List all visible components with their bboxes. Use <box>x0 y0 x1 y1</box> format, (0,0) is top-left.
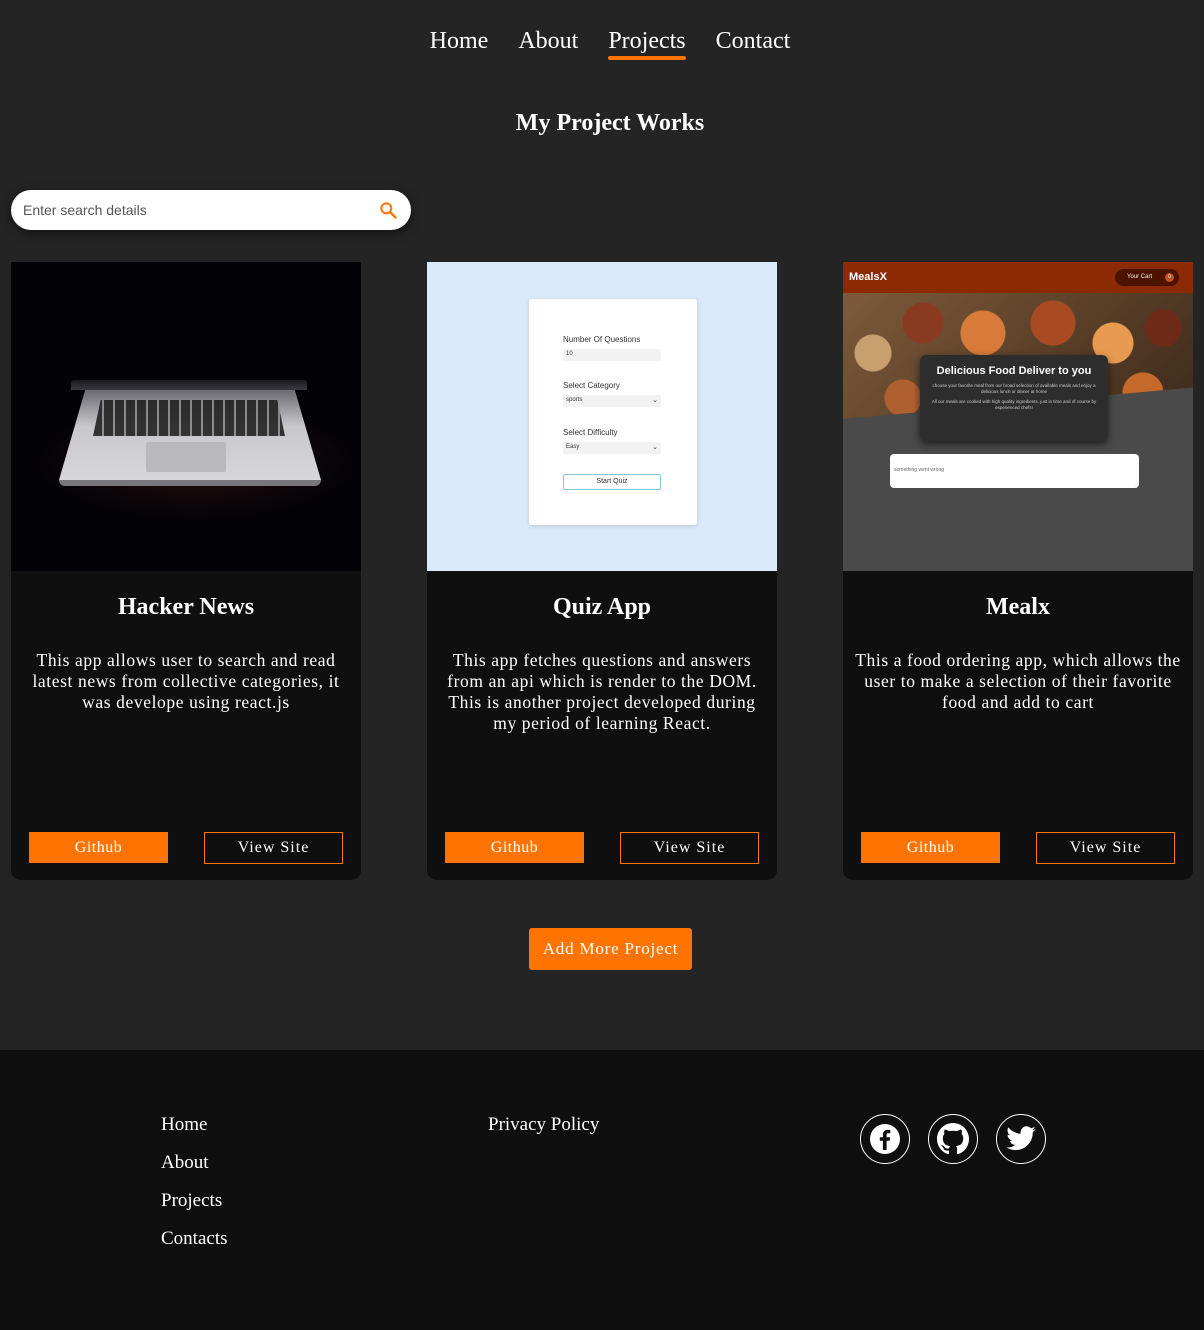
project-thumbnail: MealsX Your Cart 0 Delicious Food Deliver… <box>843 262 1193 571</box>
page-title: My Project Works <box>515 110 705 136</box>
search-icon[interactable] <box>377 199 399 221</box>
footer-link-about[interactable]: About <box>161 1151 228 1174</box>
view-site-button[interactable]: View Site <box>620 832 759 864</box>
project-thumbnail <box>11 262 361 571</box>
project-list: Hacker News This app allows user to sear… <box>11 262 1193 880</box>
nav-projects[interactable]: Projects <box>608 28 686 60</box>
github-button[interactable]: Github <box>861 832 1000 863</box>
preview-field: 10 <box>563 349 661 361</box>
footer-legal: Privacy Policy <box>488 1113 599 1136</box>
footer: Home About Projects Contacts Privacy Pol… <box>0 1050 1204 1330</box>
social-links <box>860 1114 1046 1164</box>
preview-error-box: something went wrong <box>890 454 1139 488</box>
preview-label: Number Of Questions <box>563 335 641 344</box>
preview-start-button: Start Quiz <box>563 474 661 490</box>
project-card-hacker-news: Hacker News This app allows user to sear… <box>11 262 361 880</box>
footer-link-projects[interactable]: Projects <box>161 1189 228 1212</box>
project-title: Quiz App <box>552 594 652 620</box>
add-more-project-button[interactable]: Add More Project <box>529 928 692 970</box>
preview-cart-button: Your Cart 0 <box>1115 269 1179 286</box>
preview-hero-text: choose your favorite meal from our broad… <box>932 383 1096 394</box>
footer-links: Home About Projects Contacts <box>161 1113 228 1265</box>
view-site-button[interactable]: View Site <box>204 832 343 864</box>
project-card-quiz-app: Number Of Questions 10 Select Category s… <box>427 262 777 880</box>
nav-about[interactable]: About <box>518 28 578 57</box>
preview-hero-title: Delicious Food Deliver to you <box>936 365 1092 377</box>
github-button[interactable]: Github <box>29 832 168 863</box>
footer-link-contacts[interactable]: Contacts <box>161 1227 228 1250</box>
project-description: This app fetches questions and answers f… <box>447 650 757 733</box>
footer-link-home[interactable]: Home <box>161 1113 228 1136</box>
preview-hero-text: All our meals are cooked with high quali… <box>931 399 1097 410</box>
view-site-button[interactable]: View Site <box>1036 832 1175 864</box>
preview-label: Select Category <box>563 381 620 390</box>
preview-hero-box: Delicious Food Deliver to you choose you… <box>920 355 1108 441</box>
github-icon[interactable] <box>928 1114 978 1164</box>
github-button[interactable]: Github <box>445 832 584 863</box>
twitter-icon[interactable] <box>996 1114 1046 1164</box>
nav-home[interactable]: Home <box>430 28 489 57</box>
quiz-preview-form: Number Of Questions 10 Select Category s… <box>529 299 697 525</box>
preview-header: MealsX Your Cart 0 <box>843 262 1193 293</box>
project-title: Mealx <box>986 594 1050 620</box>
project-description: This app allows user to search and read … <box>32 650 340 712</box>
main-nav: Home About Projects Contact <box>0 28 1204 60</box>
facebook-icon[interactable] <box>860 1114 910 1164</box>
project-description: This a food ordering app, which allows t… <box>855 650 1181 712</box>
preview-brand: MealsX <box>849 271 887 283</box>
privacy-policy-link[interactable]: Privacy Policy <box>488 1114 599 1135</box>
preview-field: sports ⌄ <box>563 395 661 407</box>
project-card-mealx: MealsX Your Cart 0 Delicious Food Deliver… <box>843 262 1193 880</box>
project-thumbnail: Number Of Questions 10 Select Category s… <box>427 262 777 571</box>
search-input[interactable] <box>23 202 377 218</box>
nav-contact[interactable]: Contact <box>716 28 791 57</box>
preview-field: Easy ⌄ <box>563 442 661 454</box>
preview-label: Select Difficulty <box>563 428 618 437</box>
search-bar <box>11 190 411 230</box>
project-title: Hacker News <box>117 594 255 620</box>
